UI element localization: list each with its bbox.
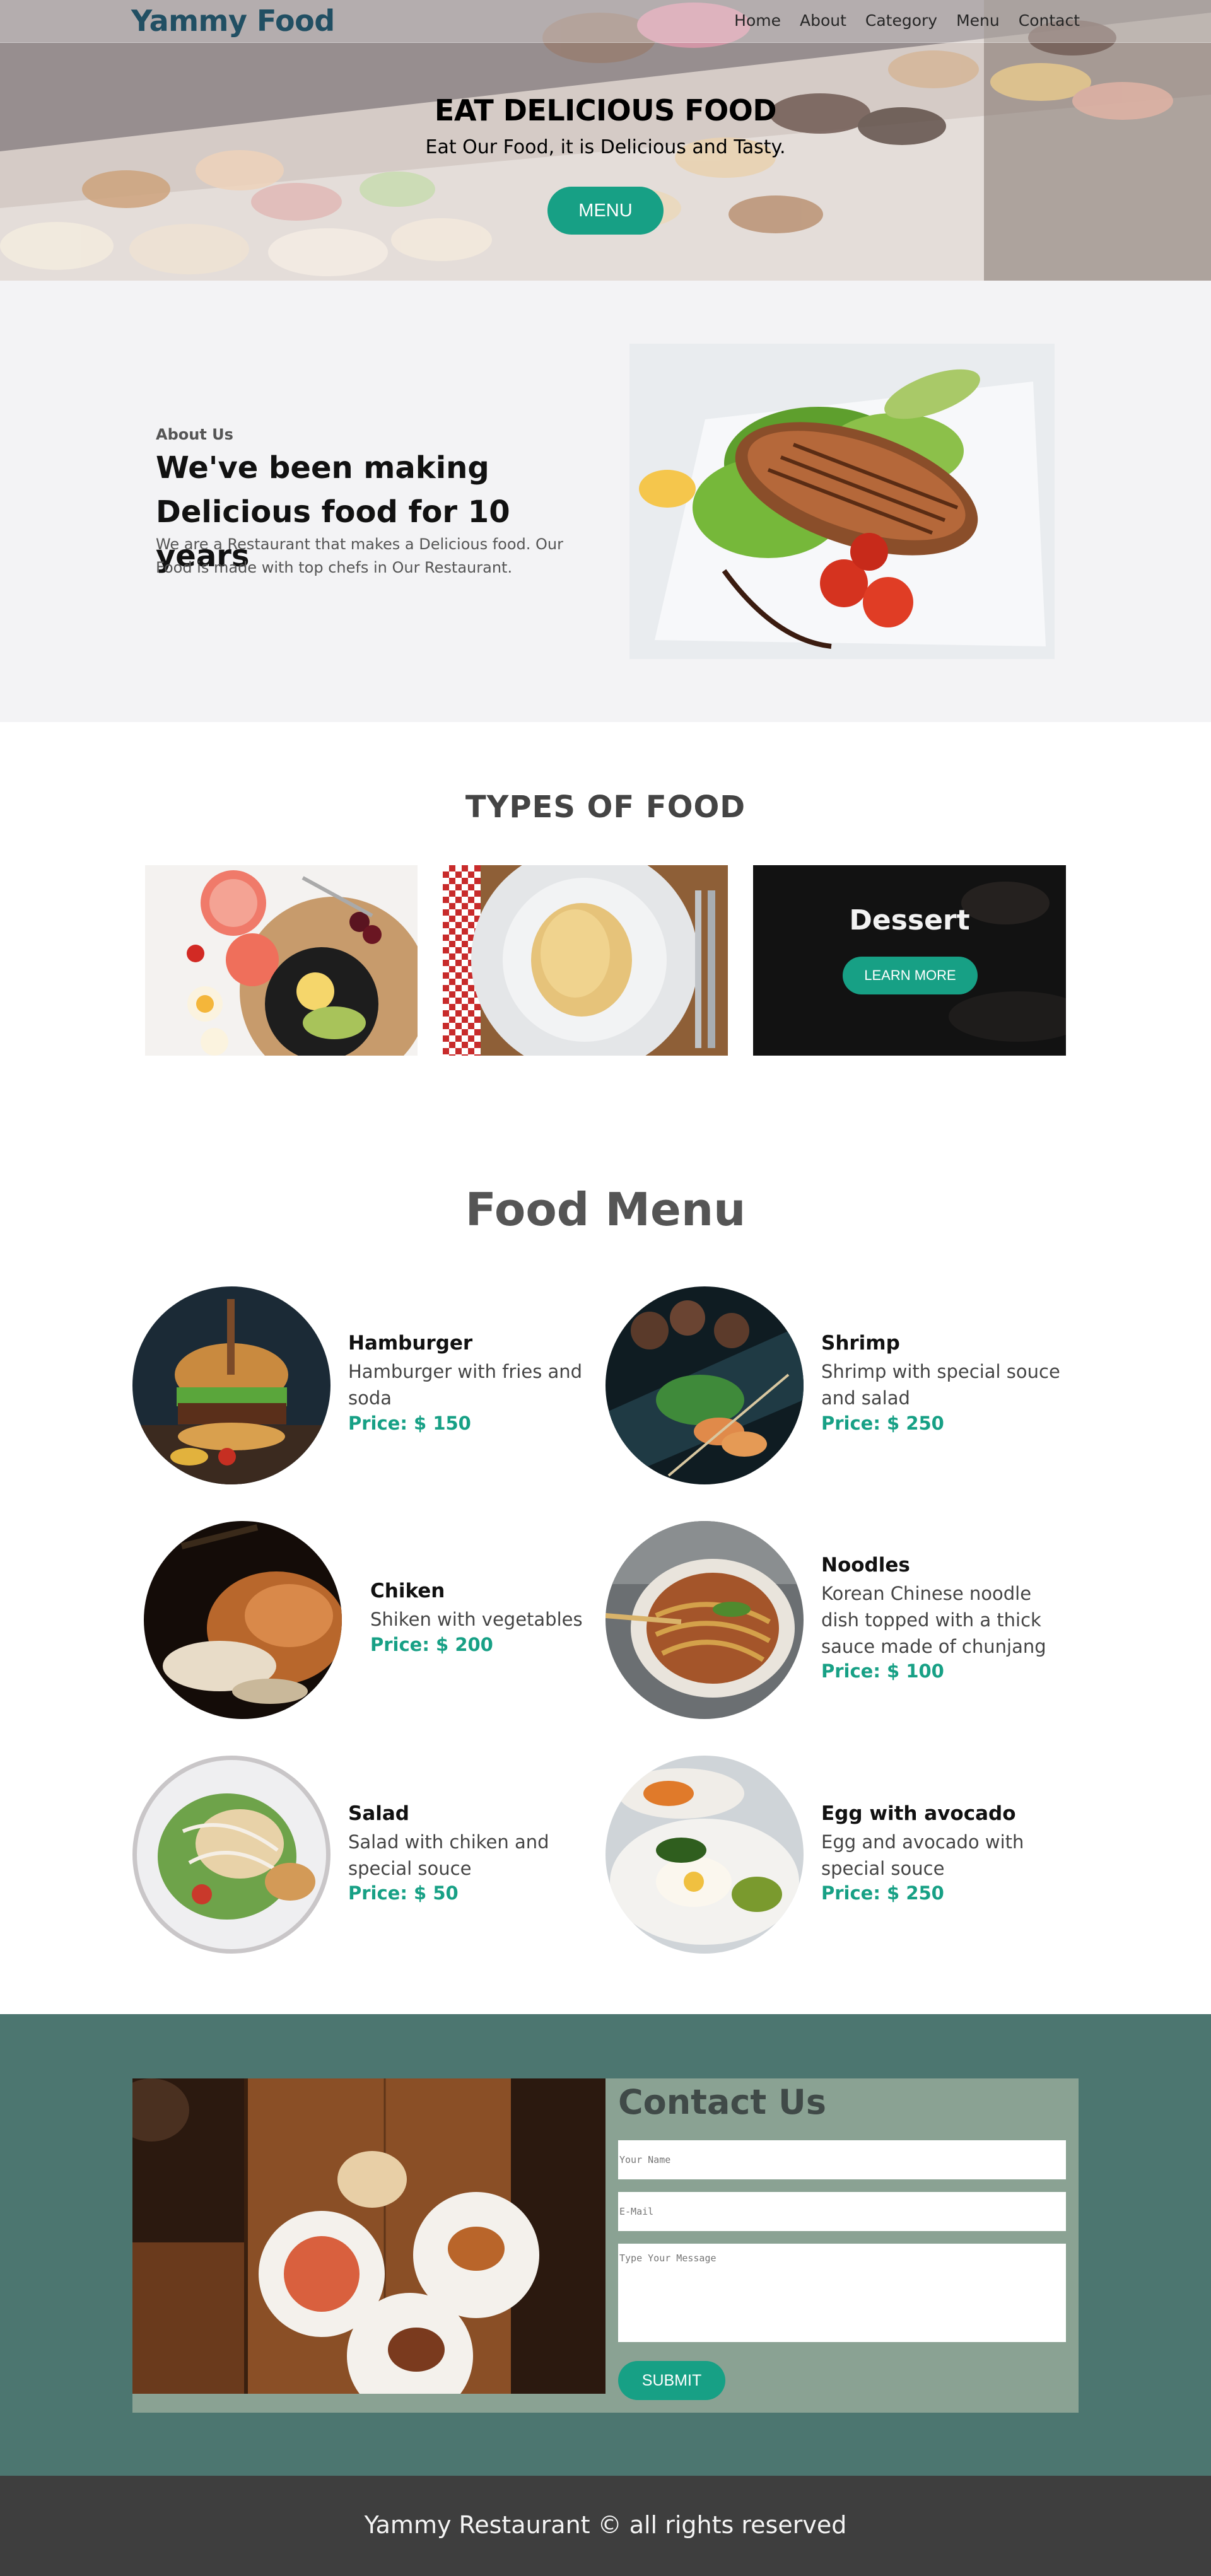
food-type-card-healthy[interactable] — [145, 865, 418, 1056]
nav-links: Home About Category Menu Contact — [734, 11, 1080, 30]
chiken-image — [144, 1521, 342, 1719]
food-menu-title: Food Menu — [465, 1183, 746, 1236]
hero-title: EAT DELICIOUS FOOD — [434, 93, 777, 127]
dish-description: Shiken with vegetables — [370, 1609, 583, 1630]
food-type-card-pasta[interactable] — [443, 865, 728, 1056]
menu-button[interactable]: MENU — [547, 187, 664, 235]
dish-price: Price: $ 250 — [821, 1413, 944, 1434]
hero-section: Yammy Food Home About Category Menu Cont… — [0, 0, 1211, 281]
types-of-food-title: TYPES OF FOOD — [465, 790, 746, 825]
dish-price: Price: $ 150 — [348, 1413, 471, 1434]
dish-description: Hamburger with fries and soda — [348, 1361, 583, 1409]
dish-name: Egg with avocado — [821, 1802, 1016, 1825]
nav-link-menu[interactable]: Menu — [956, 11, 1000, 30]
message-input[interactable] — [618, 2244, 1066, 2342]
learn-more-button[interactable]: LEARN MORE — [843, 957, 978, 994]
dish-description: Shrimp with special souce and salad — [821, 1361, 1060, 1409]
dish-description: Egg and avocado with special souce — [821, 1831, 1024, 1879]
salmon-dish-image — [629, 344, 1055, 659]
about-section: About Us We've been making Delicious foo… — [0, 281, 1211, 722]
contact-panel: Contact Us SUBMIT — [132, 2078, 1079, 2413]
submit-button[interactable]: SUBMIT — [618, 2361, 725, 2400]
email-input[interactable] — [618, 2192, 1066, 2231]
footer-copyright: Yammy Restaurant © all rights reserved — [364, 2511, 847, 2539]
shrimp-image — [606, 1286, 804, 1484]
dish-price: Price: $ 100 — [821, 1660, 944, 1682]
dish-name: Chiken — [370, 1580, 445, 1602]
nav-link-home[interactable]: Home — [734, 11, 781, 30]
dish-name: Salad — [348, 1802, 409, 1825]
dessert-card-title: Dessert — [849, 904, 970, 936]
contact-section: Contact Us SUBMIT — [0, 2014, 1211, 2476]
name-input[interactable] — [618, 2140, 1066, 2179]
dish-name: Shrimp — [821, 1332, 900, 1355]
dish-description: Korean Chinese noodle dish topped with a… — [821, 1583, 1046, 1657]
food-type-card-dessert[interactable]: Dessert LEARN MORE — [753, 865, 1066, 1056]
dish-price: Price: $ 200 — [370, 1634, 493, 1655]
salad-image — [132, 1756, 331, 1954]
about-kicker: About Us — [156, 426, 233, 443]
navbar: Yammy Food Home About Category Menu Cont… — [0, 0, 1211, 43]
nav-link-category[interactable]: Category — [865, 11, 937, 30]
contact-title: Contact Us — [618, 2082, 827, 2122]
nav-link-contact[interactable]: Contact — [1019, 11, 1080, 30]
dish-price: Price: $ 250 — [821, 1882, 944, 1904]
dish-price: Price: $ 50 — [348, 1882, 459, 1904]
nav-link-about[interactable]: About — [800, 11, 846, 30]
footer: Yammy Restaurant © all rights reserved — [0, 2476, 1211, 2576]
restaurant-table-image — [132, 2078, 606, 2394]
site-logo[interactable]: Yammy Food — [131, 4, 335, 38]
about-text: We are a Restaurant that makes a Delicio… — [156, 535, 563, 576]
dish-name: Hamburger — [348, 1332, 473, 1355]
hero-subtitle: Eat Our Food, it is Delicious and Tasty. — [425, 136, 786, 158]
noodles-image — [606, 1521, 804, 1719]
hamburger-image — [132, 1286, 331, 1484]
dish-description: Salad with chiken and special souce — [348, 1831, 549, 1879]
egg-avocado-image — [606, 1756, 804, 1954]
dish-name: Noodles — [821, 1554, 910, 1576]
